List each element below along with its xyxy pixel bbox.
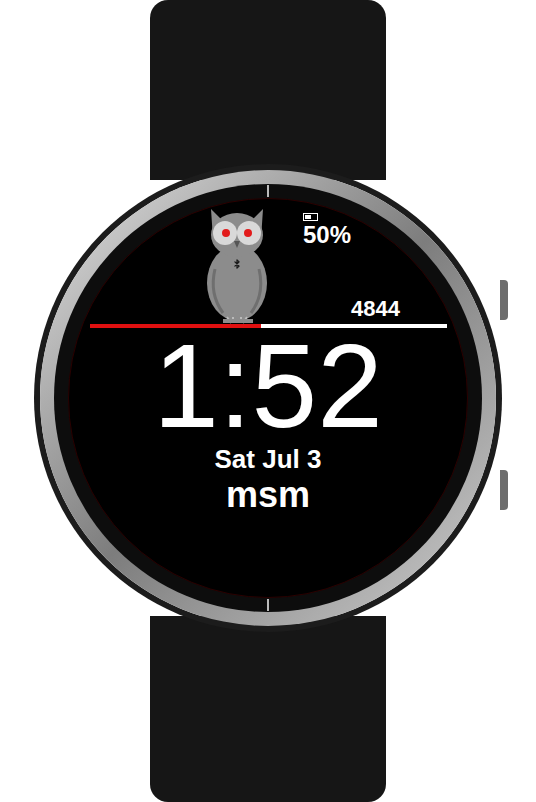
side-button-bottom[interactable] <box>500 470 508 510</box>
top-row: 50% 4844 <box>69 205 467 324</box>
watch-bezel: 50% 4844 1:52 Sat Jul 3msm <box>40 170 496 626</box>
battery-percent: 50% <box>303 221 400 249</box>
inner-ring: 50% 4844 1:52 Sat Jul 3msm <box>54 184 482 612</box>
owl-mascot <box>201 199 273 325</box>
date: Sat Jul 3 <box>215 444 322 474</box>
watch-preview: 50% 4844 1:52 Sat Jul 3msm <box>0 0 536 802</box>
screen: 50% 4844 1:52 Sat Jul 3msm <box>68 198 468 598</box>
bottom-strap <box>150 616 386 802</box>
step-progress-bar <box>90 324 447 328</box>
step-count: 4844 <box>351 296 400 322</box>
battery-icon <box>303 213 318 221</box>
top-strap <box>150 0 386 180</box>
bottom-tick <box>267 599 269 611</box>
step-progress-fill <box>90 324 261 328</box>
time: 1:52 <box>153 334 383 438</box>
top-tick <box>267 185 269 197</box>
status-column: 50% 4844 <box>303 205 400 324</box>
owner-name: msm <box>226 474 310 516</box>
bluetooth-icon <box>232 259 242 269</box>
side-button-top[interactable] <box>500 280 508 320</box>
